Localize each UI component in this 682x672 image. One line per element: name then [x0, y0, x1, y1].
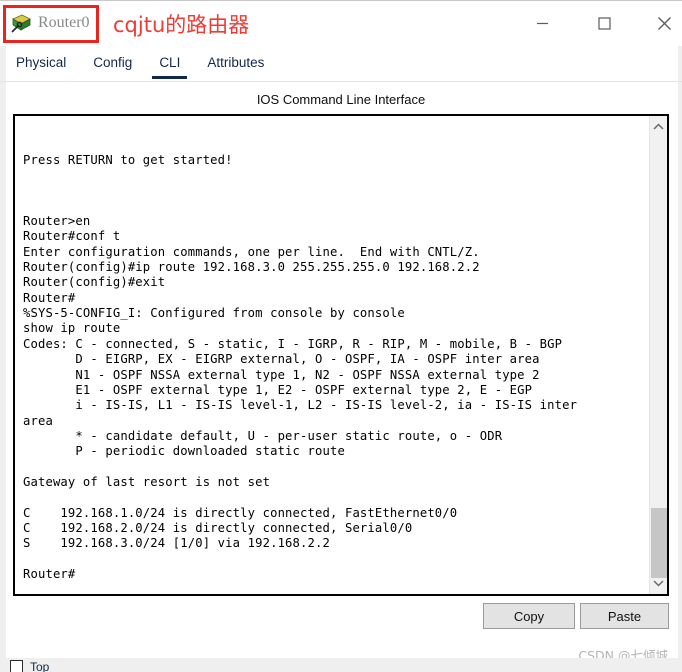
bottom-strip: Top	[0, 658, 682, 672]
tab-bar-divider	[0, 81, 682, 82]
router0-window: Router0 cqjtu的路由器 Physical Config CLI At…	[0, 0, 682, 672]
scrollbar-thumb[interactable]	[651, 508, 667, 578]
close-button[interactable]	[641, 5, 682, 41]
chevron-down-icon[interactable]	[650, 574, 667, 592]
tab-bar: Physical Config CLI Attributes	[6, 53, 678, 81]
minimize-button[interactable]	[519, 5, 565, 41]
terminal-panel: Press RETURN to get started! Router>en R…	[13, 114, 669, 596]
terminal-scrollbar[interactable]	[649, 116, 667, 594]
tab-cli[interactable]: CLI	[152, 53, 188, 79]
chevron-up-icon[interactable]	[650, 118, 667, 136]
tab-attributes[interactable]: Attributes	[205, 53, 266, 79]
tab-config[interactable]: Config	[91, 53, 134, 79]
annotation-label: cqjtu的路由器	[113, 13, 250, 37]
copy-button[interactable]: Copy	[483, 603, 575, 629]
window-title: Router0	[38, 14, 90, 31]
router-icon	[10, 13, 31, 34]
maximize-button[interactable]	[581, 5, 627, 41]
tab-physical[interactable]: Physical	[14, 53, 68, 79]
top-checkbox[interactable]	[10, 660, 23, 672]
cli-panel-heading: IOS Command Line Interface	[256, 92, 426, 107]
paste-button[interactable]: Paste	[580, 603, 669, 629]
top-checkbox-label: Top	[30, 660, 50, 672]
window-title-group: Router0	[10, 9, 90, 37]
terminal-output[interactable]: Press RETURN to get started! Router>en R…	[15, 116, 649, 594]
title-bar: Router0 cqjtu的路由器	[0, 0, 682, 46]
